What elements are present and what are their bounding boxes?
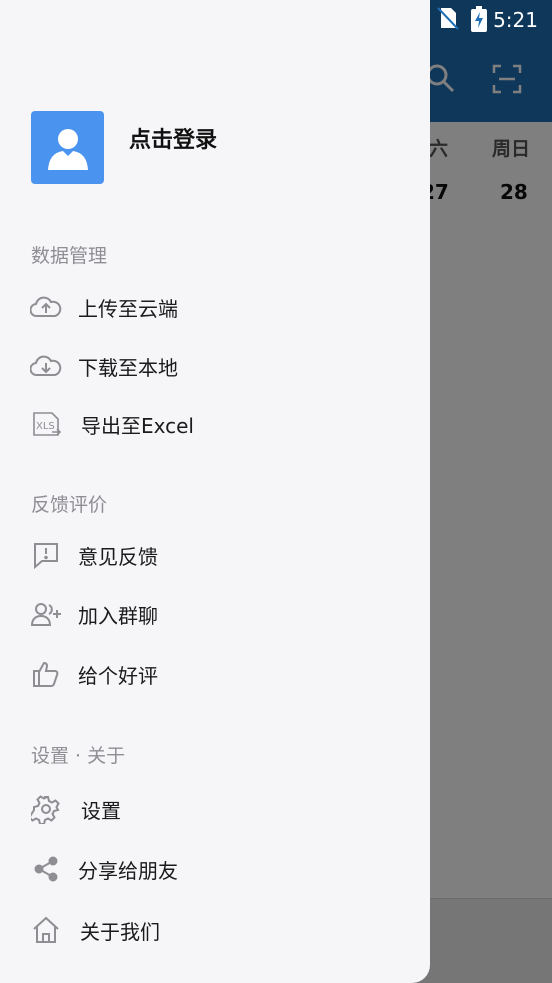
menu-item-label: 加入群聊 — [78, 603, 158, 628]
login-label[interactable]: 点击登录 — [129, 122, 217, 154]
menu-item-label: 关于我们 — [80, 919, 160, 944]
menu-item-export-excel[interactable]: XLS 导出至Excel — [30, 404, 194, 444]
section-title-data: 数据管理 — [31, 245, 108, 267]
menu-item-label: 导出至Excel — [81, 413, 194, 438]
menu-item-about[interactable]: 关于我们 — [30, 910, 160, 950]
menu-item-label: 给个好评 — [78, 663, 158, 688]
menu-item-download[interactable]: 下载至本地 — [30, 346, 178, 386]
gear-icon — [30, 793, 62, 825]
menu-item-label: 分享给朋友 — [78, 858, 178, 883]
user-icon — [47, 128, 88, 170]
share-icon — [30, 853, 62, 885]
avatar[interactable] — [31, 111, 104, 184]
section-title-settings: 设置 · 关于 — [31, 745, 126, 767]
menu-item-share[interactable]: 分享给朋友 — [30, 849, 178, 889]
menu-item-feedback[interactable]: 意见反馈 — [30, 535, 158, 575]
thumbs-up-icon — [30, 658, 62, 690]
no-sim-icon — [437, 7, 459, 30]
menu-item-label: 设置 — [81, 798, 121, 823]
menu-item-join-group[interactable]: 加入群聊 — [30, 594, 158, 634]
xls-export-icon: XLS — [30, 408, 62, 440]
profile-header[interactable]: 点击登录 — [31, 111, 217, 184]
add-group-icon — [30, 598, 62, 630]
battery-charging-icon — [471, 6, 487, 32]
menu-item-settings[interactable]: 设置 — [30, 789, 121, 829]
menu-item-label: 意见反馈 — [78, 544, 158, 569]
feedback-icon — [30, 539, 62, 571]
section-title-feedback: 反馈评价 — [31, 494, 108, 516]
cloud-download-icon — [30, 350, 62, 382]
status-time: 5:21 — [493, 8, 538, 32]
cloud-upload-icon — [30, 291, 62, 323]
menu-item-label: 下载至本地 — [78, 355, 178, 380]
menu-item-rate[interactable]: 给个好评 — [30, 654, 158, 694]
menu-item-label: 上传至云端 — [78, 296, 178, 321]
home-icon — [30, 914, 62, 946]
navigation-drawer: 点击登录 数据管理 上传至云端 下载至本地 XLS 导出至Excel 反馈评价 … — [0, 0, 430, 983]
menu-item-upload[interactable]: 上传至云端 — [30, 287, 178, 327]
svg-text:XLS: XLS — [36, 421, 55, 432]
